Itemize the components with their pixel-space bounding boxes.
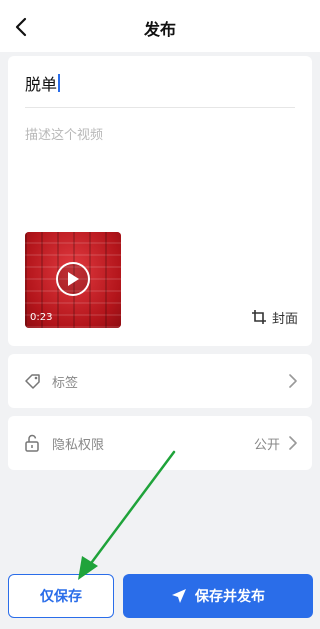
save-only-button[interactable]: 仅保存 [8,574,114,618]
title-input-value: 脱单 [25,75,58,94]
chevron-right-icon [289,436,297,450]
text-caret [58,74,61,92]
lock-open-icon [25,434,39,452]
crop-icon [251,310,266,324]
title-divider [25,107,295,108]
tags-label: 标签 [52,375,79,391]
post-editor-card: 脱单 描述这个视频 0:23 封面 [8,56,312,346]
video-thumbnail[interactable]: 0:23 [25,232,121,328]
privacy-label: 隐私权限 [52,437,105,453]
top-bar: 发布 [0,0,320,52]
play-icon [68,272,79,286]
save-and-publish-button[interactable]: 保存并发布 [123,574,313,618]
privacy-row[interactable]: 隐私权限 公开 [8,416,312,470]
description-input[interactable]: 描述这个视频 [25,124,103,143]
page-title: 发布 [143,20,176,39]
tag-icon [25,374,40,389]
chevron-right-icon [289,374,297,388]
video-duration: 0:23 [30,312,53,323]
cover-button[interactable]: 封面 [251,308,298,327]
privacy-value: 公开 [253,437,280,453]
tags-row[interactable]: 标签 [8,354,312,408]
play-button[interactable] [56,262,90,296]
cover-label: 封面 [271,311,298,327]
save-and-publish-label: 保存并发布 [195,589,265,605]
send-icon [172,589,186,603]
title-input[interactable]: 脱单 [25,70,295,96]
